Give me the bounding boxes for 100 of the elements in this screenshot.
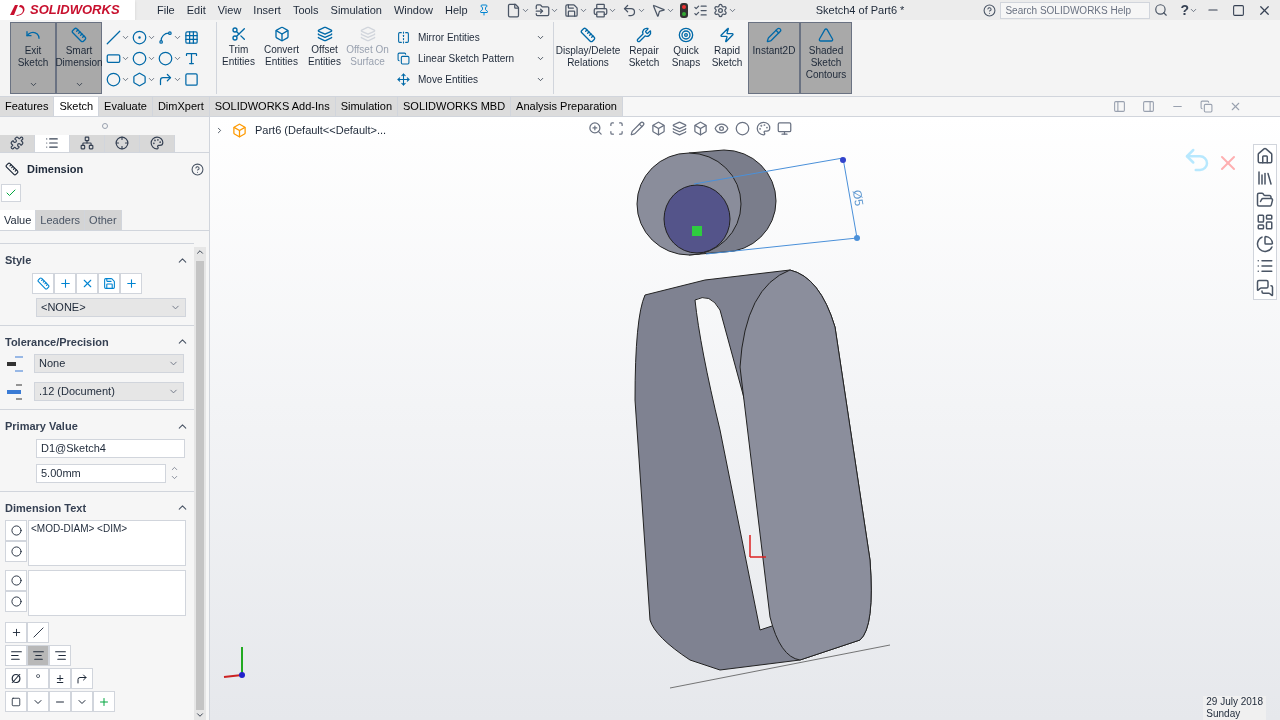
menu-item[interactable]: View — [211, 1, 248, 19]
ribbon-button[interactable]: Quick Snaps — [666, 22, 706, 94]
traffic-light-icon[interactable] — [679, 2, 688, 18]
layers-icon[interactable] — [672, 121, 687, 136]
view-orientation-icon[interactable] — [693, 121, 708, 136]
ribbon-button[interactable]: Exit Sketch — [10, 22, 56, 94]
panel-tab[interactable] — [70, 134, 105, 153]
tree-item[interactable]: Part6 (Default<<Default>... — [255, 122, 387, 139]
home-icon[interactable] — [1256, 147, 1274, 165]
ribbon-button[interactable]: Shaded Sketch Contours — [800, 22, 852, 94]
search-field[interactable]: Search SOLIDWORKS Help — [1000, 1, 1151, 19]
pin-icon[interactable] — [477, 4, 490, 16]
list-icon[interactable] — [692, 2, 708, 18]
dock-right-icon[interactable] — [1142, 100, 1155, 113]
dimension-name-field[interactable]: D1@Sketch4 — [36, 438, 185, 458]
line-icon[interactable] — [106, 29, 121, 45]
tab[interactable]: DimXpert — [152, 97, 210, 116]
menu-item[interactable]: Help — [439, 1, 474, 19]
symbol-button[interactable]: ± — [49, 668, 71, 689]
depth-button[interactable] — [71, 691, 93, 712]
panel-tab[interactable] — [105, 134, 140, 153]
view-palette-icon[interactable] — [1256, 213, 1274, 231]
counterbore-button[interactable] — [49, 691, 71, 712]
ribbon-list-button[interactable]: Linear Sketch Pattern — [397, 50, 545, 66]
subtab[interactable]: Value — [0, 209, 37, 230]
ribbon-button[interactable]: Convert Entities — [260, 22, 303, 94]
parenthesis-button[interactable] — [5, 570, 27, 591]
panel-tab[interactable] — [0, 134, 35, 153]
style-button[interactable] — [120, 272, 142, 294]
square-symbol-button[interactable] — [5, 691, 27, 712]
text-below-field[interactable] — [28, 570, 186, 616]
folder-icon[interactable] — [534, 2, 550, 18]
value-field[interactable]: 5.00mm — [36, 463, 166, 483]
tab[interactable]: Analysis Preparation — [511, 97, 623, 116]
hide-show-icon[interactable] — [714, 121, 729, 136]
tab[interactable]: SOLIDWORKS Add-Ins — [209, 97, 336, 116]
help-button[interactable]: ? — [1180, 0, 1189, 21]
ribbon-button[interactable]: Trim Entities — [217, 22, 260, 94]
search-icon[interactable] — [1154, 3, 1169, 17]
file-icon[interactable] — [505, 2, 521, 18]
dock-left-icon[interactable] — [1113, 100, 1126, 113]
settings-icon[interactable] — [712, 2, 728, 18]
panel-tab[interactable] — [35, 134, 70, 153]
style-button[interactable] — [32, 272, 54, 294]
zoom-area-icon[interactable] — [609, 121, 624, 136]
undo-icon[interactable] — [621, 2, 637, 18]
symbol-button[interactable]: Ø — [5, 668, 27, 689]
expand-icon[interactable] — [215, 125, 224, 135]
justify-button[interactable] — [49, 645, 71, 666]
ribbon-list-button[interactable]: Move Entities — [397, 71, 545, 87]
maximize-icon[interactable] — [1232, 3, 1245, 17]
tab[interactable]: Evaluate — [99, 97, 153, 116]
ribbon-button[interactable]: Rapid Sketch — [706, 22, 748, 94]
tab[interactable]: Features — [0, 97, 55, 116]
text-icon[interactable] — [184, 50, 199, 66]
dropdown[interactable]: <NONE> — [36, 297, 186, 317]
help-icon[interactable] — [983, 3, 997, 17]
help-icon[interactable] — [191, 162, 204, 176]
pointer-icon[interactable] — [650, 2, 666, 18]
ribbon-button[interactable]: Smart Dimension — [56, 22, 102, 94]
subtab[interactable]: Other — [85, 209, 122, 230]
print-icon[interactable] — [592, 2, 608, 18]
properties-icon[interactable] — [1256, 257, 1274, 275]
subtab[interactable]: Leaders — [36, 209, 86, 230]
panel-tab[interactable] — [140, 134, 175, 153]
ribbon-button[interactable]: Display/Delete Relations — [554, 22, 622, 94]
dropdown[interactable]: .12 (Document) — [34, 382, 184, 401]
justify-button[interactable] — [27, 645, 49, 666]
monitor-icon[interactable] — [777, 121, 792, 136]
menu-item[interactable]: File — [151, 1, 181, 19]
style-button[interactable] — [54, 272, 76, 294]
parenthesis-button[interactable] — [5, 520, 27, 541]
library-icon[interactable] — [1256, 169, 1274, 187]
tab[interactable]: Sketch — [54, 97, 100, 116]
centre-text-button[interactable] — [5, 622, 27, 643]
folder-icon[interactable] — [1256, 191, 1274, 209]
scrollbar[interactable] — [194, 247, 206, 720]
zoom-icon[interactable] — [588, 121, 603, 136]
spinner[interactable] — [170, 464, 179, 482]
ribbon-button[interactable]: Offset Entities — [303, 22, 346, 94]
countersink-button[interactable] — [27, 691, 49, 712]
menu-item[interactable]: Window — [387, 1, 440, 19]
centerline-button[interactable] — [71, 668, 93, 689]
polygon-icon[interactable] — [132, 71, 147, 87]
circle-icon[interactable] — [132, 29, 147, 45]
grid-icon[interactable] — [184, 29, 199, 45]
spline-icon[interactable] — [158, 29, 173, 45]
restore-icon[interactable] — [1200, 100, 1213, 113]
inspection-button[interactable] — [5, 591, 27, 612]
style-button[interactable] — [98, 272, 120, 294]
save-icon[interactable] — [563, 2, 579, 18]
menu-item[interactable]: Tools — [286, 1, 325, 19]
scene-icon[interactable] — [756, 121, 771, 136]
menu-item[interactable]: Simulation — [324, 1, 388, 19]
tab[interactable]: SOLIDWORKS MBD — [398, 97, 512, 116]
dropdown[interactable]: None — [34, 354, 184, 373]
menu-item[interactable]: Insert — [247, 1, 287, 19]
symbol-button[interactable]: ° — [27, 668, 49, 689]
ribbon-list-button[interactable]: Mirror Entities — [397, 29, 545, 45]
menu-item[interactable]: Edit — [180, 1, 212, 19]
